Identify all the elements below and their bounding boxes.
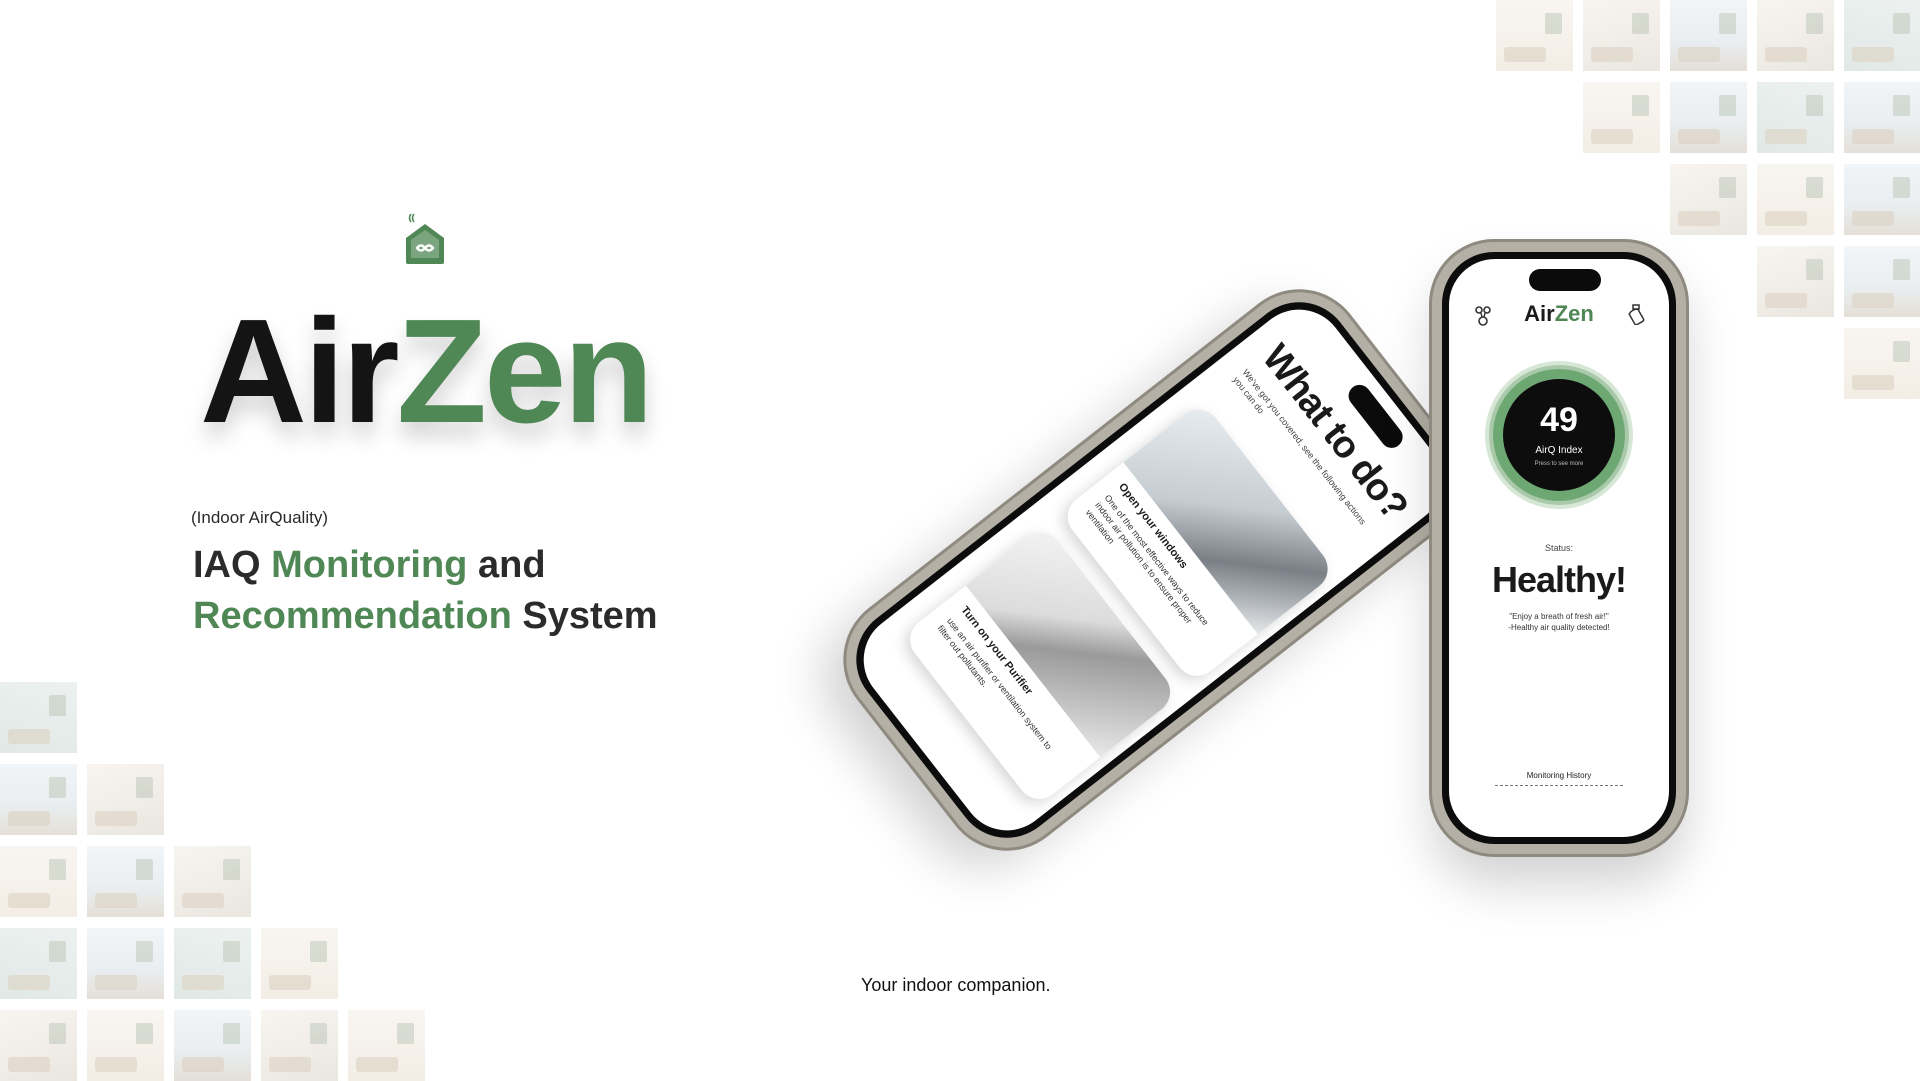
aqi-hint: Press to see more xyxy=(1534,461,1584,467)
mosaic-photo xyxy=(0,682,77,753)
mosaic-photo xyxy=(1496,0,1573,71)
mosaic-photo xyxy=(1844,82,1920,153)
phone-screen: AirZen 49 AirQ Index Press to see more S… xyxy=(1449,259,1669,837)
mosaic-photo xyxy=(1844,0,1920,71)
quote-line: "Enjoy a breath of fresh air!" xyxy=(1509,612,1609,621)
mosaic-photo xyxy=(1670,82,1747,153)
mosaic-photo xyxy=(1670,0,1747,71)
mosaic-photo xyxy=(1583,0,1660,71)
mosaic-photo xyxy=(1670,164,1747,235)
mosaic-photo xyxy=(1757,82,1834,153)
mosaic-photo xyxy=(1844,246,1920,317)
status-label: Status: xyxy=(1544,543,1573,553)
mosaic-photo xyxy=(0,764,77,835)
history-divider xyxy=(1495,785,1623,786)
mosaic-photo xyxy=(87,1010,164,1081)
mosaic-photo xyxy=(87,846,164,917)
mosaic-photo xyxy=(1757,164,1834,235)
status-value: Healthy! xyxy=(1491,559,1627,600)
mosaic-photo xyxy=(1757,246,1834,317)
tagline: Your indoor companion. xyxy=(861,975,1051,995)
spray-icon[interactable] xyxy=(1627,303,1645,325)
phone-bezel: What to do? We've got you covered, see t… xyxy=(835,281,1471,859)
mosaic-photo xyxy=(1844,164,1920,235)
mosaic-photo xyxy=(1844,328,1920,399)
mosaic-photo xyxy=(87,764,164,835)
headline-word-accent: Monitoring xyxy=(271,544,468,586)
mosaic-photo xyxy=(174,1010,251,1081)
mosaic-photo xyxy=(261,1010,338,1081)
app-title-air: Air xyxy=(1524,301,1555,326)
mosaic-photo xyxy=(0,928,77,999)
status-quote: "Enjoy a breath of fresh air!" -Healthy … xyxy=(1449,611,1669,633)
phone-screen: What to do? We've got you covered, see t… xyxy=(845,291,1461,849)
mosaic-photo xyxy=(0,1010,77,1081)
app-title-zen: Zen xyxy=(1554,301,1594,326)
aqi-gauge[interactable]: 49 AirQ Index Press to see more xyxy=(1493,369,1625,501)
mosaic-photo xyxy=(1583,82,1660,153)
brand-name-zen: Zen xyxy=(396,289,654,454)
headline-word: and xyxy=(477,544,546,586)
dynamic-island xyxy=(1529,269,1601,291)
headline-word-accent: Recommendation xyxy=(193,595,512,637)
mosaic-photo xyxy=(87,928,164,999)
house-infinity-icon xyxy=(406,213,444,264)
brand-name-air: Air xyxy=(200,289,400,454)
headline: IAQ Monitoring and Recommendation System xyxy=(193,540,658,642)
headline-word: System xyxy=(522,595,658,637)
mosaic-photo xyxy=(261,928,338,999)
aqi-value: 49 xyxy=(1540,401,1578,439)
phone-mockup-recommendations: What to do? We've got you covered, see t… xyxy=(821,267,1485,873)
aqi-label: AirQ Index xyxy=(1535,445,1583,456)
mosaic-photo xyxy=(348,1010,425,1081)
subtitle-small: (Indoor AirQuality) xyxy=(191,508,328,527)
headline-word: IAQ xyxy=(193,544,261,586)
mosaic-photo xyxy=(1757,0,1834,71)
monitoring-history-link[interactable]: Monitoring History xyxy=(1449,771,1669,780)
aqi-gauge-core: 49 AirQ Index Press to see more xyxy=(1503,379,1615,491)
phone-mockup-home: AirZen 49 AirQ Index Press to see more S… xyxy=(1432,242,1686,854)
mosaic-photo xyxy=(174,846,251,917)
quote-line: -Healthy air quality detected! xyxy=(1508,623,1610,632)
brand-wordmark: AirZen xyxy=(200,298,654,446)
mosaic-photo xyxy=(174,928,251,999)
phone-bezel: AirZen 49 AirQ Index Press to see more S… xyxy=(1442,252,1676,844)
mosaic-photo xyxy=(0,846,77,917)
